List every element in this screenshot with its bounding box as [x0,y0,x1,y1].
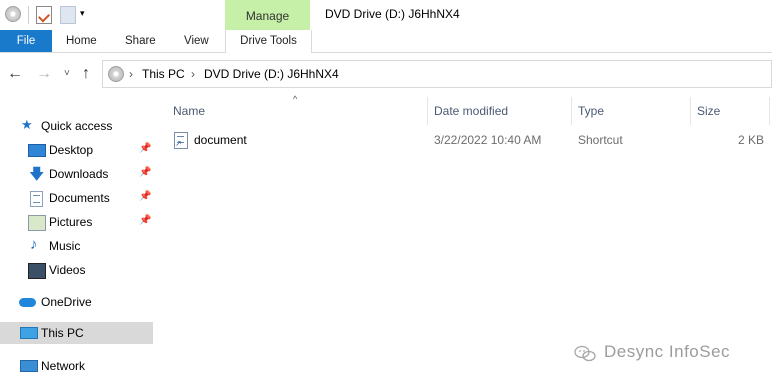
sidebar-item-label: This PC [41,326,84,340]
sidebar-item-network[interactable]: Network [0,355,153,377]
breadcrumb-dvd-drive[interactable]: DVD Drive (D:) J6HhNX4 [204,67,339,81]
sidebar-item-label: Videos [49,263,86,277]
table-row[interactable]: document 3/22/2022 10:40 AM Shortcut 2 K… [153,129,772,151]
properties-icon[interactable] [36,6,52,24]
column-divider[interactable] [769,97,770,125]
documents-icon [30,191,43,207]
column-header-date-modified[interactable]: Date modified [434,104,508,118]
pictures-icon [28,215,46,231]
sidebar-item-label: Network [41,359,86,373]
ribbon-tabs: File Home Share View Drive Tools [0,30,772,53]
column-header-name[interactable]: Name [173,104,205,118]
sidebar-item-music[interactable]: ♪ Music [0,235,153,257]
dvd-drive-icon [108,66,124,82]
wechat-icon [574,345,596,362]
tab-drive-tools[interactable]: Drive Tools [225,30,312,53]
sidebar-item-label: Quick access [41,119,113,133]
sidebar-item-label: Pictures [49,215,93,229]
sidebar-item-this-pc[interactable]: This PC [0,322,153,344]
toolbar-divider [28,6,29,24]
address-bar[interactable]: › This PC › DVD Drive (D:) J6HhNX4 [102,60,772,88]
sidebar-item-videos[interactable]: Videos [0,259,153,281]
videos-icon [28,263,46,279]
sort-ascending-icon: ^ [293,94,298,104]
new-folder-icon[interactable] [60,6,76,24]
pin-icon[interactable]: 📌 [139,143,151,154]
sidebar-item-label: Desktop [49,143,94,157]
tab-home[interactable]: Home [66,30,97,52]
music-icon: ♪ [30,236,38,253]
up-button[interactable]: ↑ [82,65,90,83]
download-icon: 🡇 [29,166,45,183]
back-button[interactable]: ← [7,65,23,83]
pin-icon[interactable]: 📌 [139,215,151,226]
recent-locations-dropdown[interactable]: ˅ [64,68,70,79]
file-date-modified: 3/22/2022 10:40 AM [434,133,542,147]
pin-icon[interactable]: 📌 [139,191,151,202]
tab-file[interactable]: File [0,30,52,52]
star-icon: ★ [21,117,33,132]
window-title: DVD Drive (D:) J6HhNX4 [325,7,460,21]
file-type: Shortcut [578,133,623,147]
network-icon [20,360,38,372]
sidebar-item-label: OneDrive [41,295,92,309]
tab-view[interactable]: View [184,30,209,52]
breadcrumb-chevron[interactable]: › [129,67,133,81]
this-pc-icon [20,327,38,339]
navigation-pane: ★ Quick access Desktop 📌 🡇 Downloads 📌 D… [0,97,153,391]
tab-share[interactable]: Share [125,30,156,52]
column-divider[interactable] [690,97,691,125]
sidebar-item-label: Music [49,239,81,253]
column-header-type[interactable]: Type [578,104,604,118]
breadcrumb-chevron[interactable]: › [191,67,195,81]
forward-button[interactable]: → [36,65,52,83]
sidebar-item-downloads[interactable]: 🡇 Downloads 📌 [0,163,153,185]
column-header-size[interactable]: Size [697,104,720,118]
breadcrumb-this-pc[interactable]: This PC [142,67,185,81]
sidebar-item-onedrive[interactable]: OneDrive [0,291,153,313]
column-divider[interactable] [571,97,572,125]
sidebar-item-label: Downloads [49,167,109,181]
column-divider[interactable] [427,97,428,125]
desktop-icon [28,144,46,157]
navigation-bar: ← → ˅ ↑ › This PC › DVD Drive (D:) J6HhN… [0,53,772,97]
shortcut-file-icon [174,132,188,149]
onedrive-icon [19,298,36,307]
sidebar-item-documents[interactable]: Documents 📌 [0,187,153,209]
file-name[interactable]: document [194,133,247,147]
file-size: 2 KB [738,133,765,147]
pin-icon[interactable]: 📌 [139,167,151,178]
title-bar: ▾ Manage DVD Drive (D:) J6HhNX4 [0,0,772,30]
sidebar-item-pictures[interactable]: Pictures 📌 [0,211,153,233]
customize-quick-access-dropdown[interactable]: ▾ [80,8,96,24]
watermark: Desync InfoSec [604,342,731,361]
manage-contextual-tab[interactable]: Manage [225,0,310,30]
drive-icon [5,6,21,22]
sidebar-item-quick-access[interactable]: ★ Quick access [0,115,153,137]
sidebar-item-label: Documents [49,191,110,205]
sidebar-item-desktop[interactable]: Desktop 📌 [0,139,153,161]
